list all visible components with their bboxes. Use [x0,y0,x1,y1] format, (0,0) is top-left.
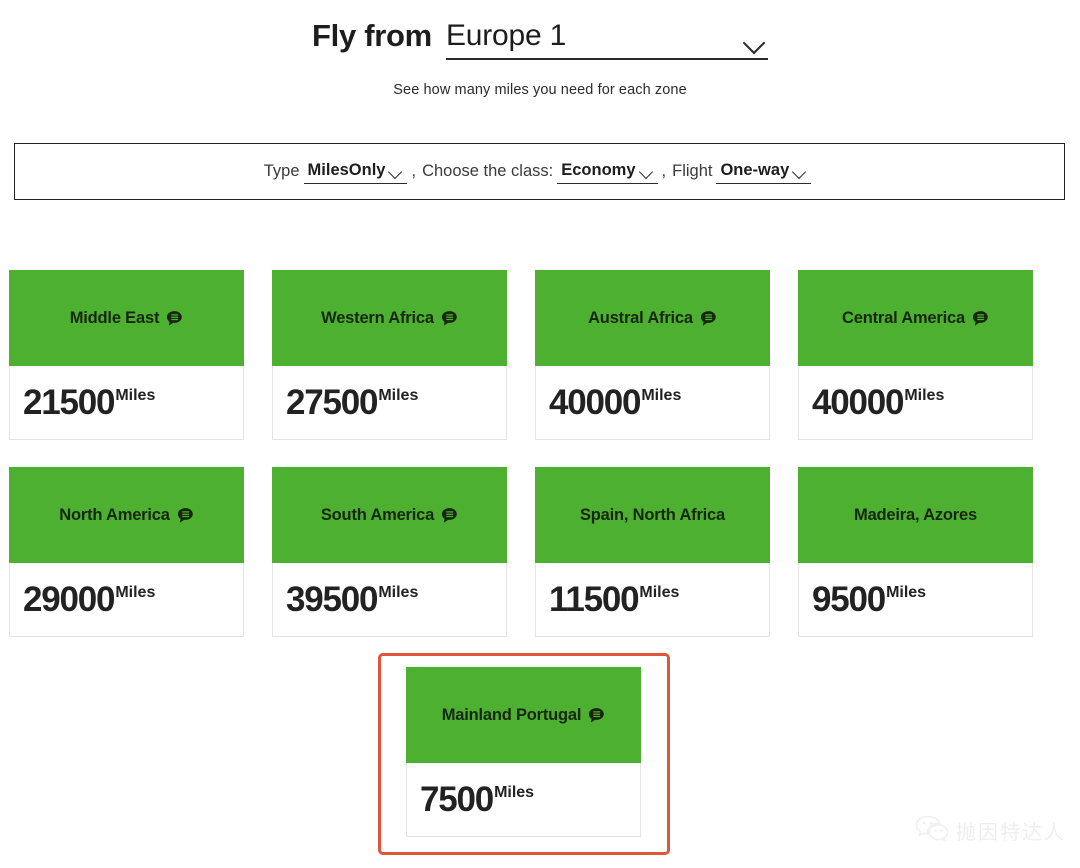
zone-card-title: Middle East [69,309,160,327]
watermark-text: 抛因特达人 [956,820,1066,844]
miles-amount: 27500 Miles [286,382,419,422]
miles-value: 21500 [23,382,116,422]
miles-unit: Miles [115,583,156,601]
zone-card-north-america[interactable]: North America 29000 Miles [9,467,244,637]
zone-card-title: Spain, North Africa [579,506,726,524]
zone-card-western-africa[interactable]: Western Africa 27500 Miles [272,270,507,440]
zone-card-header: South America [272,467,507,563]
zone-card-body: 29000 Miles [9,563,244,637]
zone-card-title: Central America [842,309,965,327]
zone-card-body: 7500 Miles [406,763,641,837]
miles-amount: 21500 Miles [23,382,156,422]
flight-label: Flight [672,162,713,180]
watermark: 抛因特达人 [915,815,1066,846]
zone-card-grid: Middle East 21500 Miles Western Africa 27500… [9,270,1062,637]
miles-amount: 40000 Miles [549,382,682,422]
type-select[interactable]: MilesOnly [303,160,408,184]
class-value: Economy [561,160,636,179]
fly-from-row: Fly from Europe 1 [0,0,1080,60]
miles-unit: Miles [378,386,419,404]
zone-card-middle-east[interactable]: Middle East 21500 Miles [9,270,244,440]
type-label: Type [263,162,300,180]
zone-card-body: 40000 Miles [798,366,1033,440]
zone-card-header: Austral Africa [535,270,770,366]
miles-unit: Miles [641,386,682,404]
wechat-icon [915,815,949,846]
zone-card-body: 39500 Miles [272,563,507,637]
miles-amount: 40000 Miles [812,382,945,422]
miles-value: 27500 [286,382,379,422]
miles-value: 7500 [420,779,494,819]
zone-card-mainland-portugal[interactable]: Mainland Portugal 7500 Miles [406,667,641,837]
class-label: Choose the class: [422,162,554,180]
miles-unit: Miles [494,783,535,801]
filter-controls: Type MilesOnly , Choose the class: Econo… [264,160,816,184]
miles-value: 39500 [286,579,379,619]
speech-bubble-info-icon[interactable] [166,310,183,327]
chevron-down-icon [387,163,405,181]
zone-card-body: 21500 Miles [9,366,244,440]
zone-card-body: 11500 Miles [535,563,770,637]
separator-1: , [411,162,417,180]
flight-select[interactable]: One-way [716,160,812,184]
miles-amount: 11500 Miles [549,579,680,619]
zone-card-austral-africa[interactable]: Austral Africa 40000 Miles [535,270,770,440]
zone-card-body: 40000 Miles [535,366,770,440]
zone-card-south-america[interactable]: South America 39500 Miles [272,467,507,637]
miles-amount: 39500 Miles [286,579,419,619]
miles-amount: 7500 Miles [420,779,535,819]
zone-card-title: South America [320,506,435,524]
zone-card-header: North America [9,467,244,563]
page-title: Fly from [312,18,432,53]
page-header: Fly from Europe 1 See how many miles you… [0,0,1080,104]
miles-unit: Miles [639,583,680,601]
origin-zone-value: Europe 1 [445,19,567,52]
separator-2: , [661,162,667,180]
highlight-annotation-box: Mainland Portugal 7500 Miles [378,653,670,855]
type-value: MilesOnly [307,160,386,179]
zone-card-madeira-azores[interactable]: Madeira, Azores 9500 Miles [798,467,1033,637]
chevron-down-icon [791,163,809,181]
class-select[interactable]: Economy [557,160,658,184]
speech-bubble-info-icon[interactable] [588,707,605,724]
speech-bubble-info-icon[interactable] [177,507,194,524]
origin-zone-select[interactable]: Europe 1 [445,17,768,60]
miles-value: 40000 [812,382,905,422]
miles-value: 9500 [812,579,886,619]
miles-value: 29000 [23,579,116,619]
zone-card-title: Mainland Portugal [441,706,582,724]
page-subtitle: See how many miles you need for each zon… [393,82,687,98]
filter-bar: Type MilesOnly , Choose the class: Econo… [14,143,1065,200]
miles-value: 40000 [549,382,642,422]
zone-card-title: Madeira, Azores [854,506,977,524]
chevron-down-icon [638,163,656,181]
zone-card-body: 27500 Miles [272,366,507,440]
miles-unit: Miles [115,386,156,404]
zone-card-central-america[interactable]: Central America 40000 Miles [798,270,1033,440]
zone-card-header: Central America [798,270,1033,366]
zone-card-header: Madeira, Azores [798,467,1033,563]
speech-bubble-info-icon[interactable] [441,507,458,524]
miles-value: 11500 [549,579,640,619]
zone-card-header: Mainland Portugal [406,667,641,763]
flight-value: One-way [720,160,790,179]
chevron-down-icon [742,29,768,55]
zone-card-header: Middle East [9,270,244,366]
speech-bubble-info-icon[interactable] [700,310,717,327]
miles-unit: Miles [904,386,945,404]
miles-amount: 29000 Miles [23,579,156,619]
zone-card-title: North America [59,506,170,524]
miles-unit: Miles [886,583,927,601]
miles-amount: 9500 Miles [812,579,927,619]
zone-card-header: Spain, North Africa [535,467,770,563]
zone-card-title: Western Africa [321,309,434,327]
zone-card-body: 9500 Miles [798,563,1033,637]
speech-bubble-info-icon[interactable] [441,310,458,327]
miles-unit: Miles [378,583,419,601]
speech-bubble-info-icon[interactable] [972,310,989,327]
zone-card-header: Western Africa [272,270,507,366]
zone-card-title: Austral Africa [588,309,693,327]
zone-card-spain-north-africa[interactable]: Spain, North Africa 11500 Miles [535,467,770,637]
